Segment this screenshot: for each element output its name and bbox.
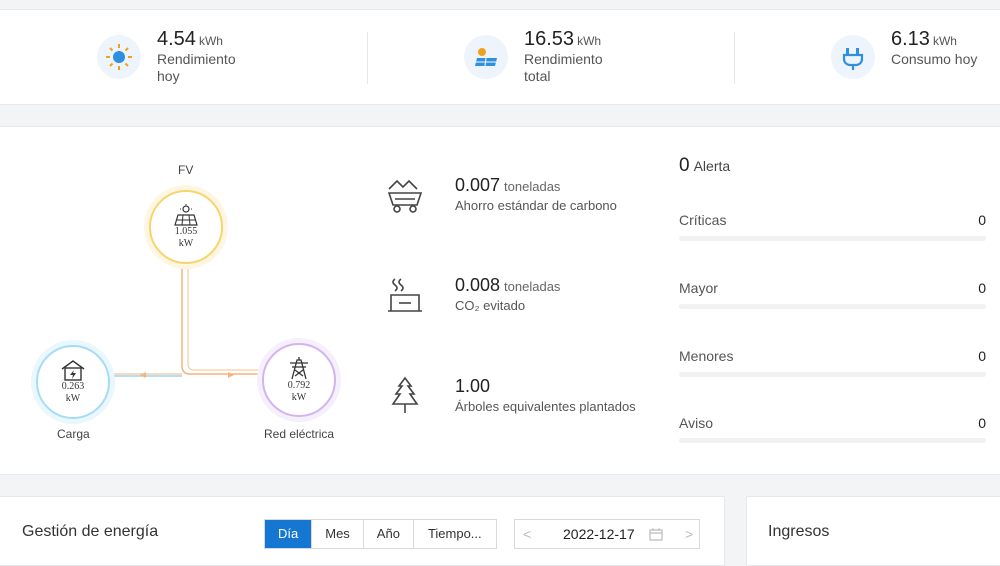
yield-total-value: 16.53 bbox=[524, 28, 575, 50]
period-tabs: Día Mes Año Tiempo... bbox=[264, 519, 497, 549]
prev-date-button[interactable]: < bbox=[523, 526, 531, 542]
alert-row-label: Críticas bbox=[679, 212, 727, 228]
pv-label: FV bbox=[178, 163, 194, 177]
house-icon bbox=[61, 360, 85, 381]
co2-avoided-value: 0.008 bbox=[455, 275, 501, 295]
consumption-today-stat: 6.13 kWh Consumo hoy bbox=[831, 28, 1000, 79]
coal-cart-icon bbox=[387, 179, 423, 213]
tab-year[interactable]: Año bbox=[363, 520, 414, 548]
pv-unit: kW bbox=[178, 238, 194, 249]
carbon-saving-row: 0.007 toneladas Ahorro estándar de carbon… bbox=[385, 175, 617, 215]
sun-icon bbox=[97, 35, 141, 79]
load-label: Carga bbox=[57, 427, 90, 441]
divider bbox=[734, 32, 735, 84]
yield-total-label: Rendimiento total bbox=[524, 51, 603, 84]
yield-today-stat: 4.54 kWh Rendimiento hoy bbox=[97, 28, 249, 85]
co2-avoided-row: 0.008 toneladas CO₂ evitado bbox=[385, 275, 560, 315]
consumption-today-label: Consumo hoy bbox=[891, 51, 978, 67]
load-value: 0.263 bbox=[61, 381, 85, 392]
summary-card: 4.54 kWh Rendimiento hoy 16.53 kWh Rendimi… bbox=[0, 9, 1000, 105]
yield-total-unit: kWh bbox=[577, 34, 602, 48]
alert-row-count: 0 bbox=[978, 415, 986, 431]
trees-planted-label: Árboles equivalentes plantados bbox=[455, 399, 636, 414]
plug-icon bbox=[831, 35, 875, 79]
load-unit: kW bbox=[65, 393, 81, 404]
alert-title: Alerta bbox=[693, 158, 731, 174]
alert-row-label: Aviso bbox=[679, 415, 713, 431]
carbon-saving-value: 0.007 bbox=[455, 175, 501, 195]
income-title: Ingresos bbox=[768, 523, 830, 540]
alert-summary[interactable]: 0 Alerta bbox=[679, 155, 730, 177]
alert-row-count: 0 bbox=[978, 348, 986, 364]
carbon-saving-label: Ahorro estándar de carbono bbox=[455, 198, 617, 213]
yield-today-value: 4.54 bbox=[157, 28, 196, 50]
grid-value: 0.792 bbox=[287, 380, 311, 391]
co2-avoided-unit: toneladas bbox=[504, 279, 561, 294]
grid-label: Red eléctrica bbox=[264, 427, 335, 441]
consumption-today-value: 6.13 bbox=[891, 28, 930, 50]
co2-avoided-label: CO₂ evitado bbox=[455, 298, 526, 313]
solar-panel-sun-icon bbox=[464, 35, 508, 79]
alert-row-label: Menores bbox=[679, 348, 734, 364]
divider bbox=[367, 32, 368, 84]
tree-icon bbox=[391, 376, 419, 413]
pv-value: 1.055 bbox=[174, 226, 198, 237]
grid-unit: kW bbox=[291, 392, 307, 403]
alert-bar bbox=[679, 372, 986, 377]
alert-row-count: 0 bbox=[978, 280, 986, 296]
tab-day[interactable]: Día bbox=[265, 520, 313, 548]
energy-management-title: Gestión de energía bbox=[22, 523, 159, 540]
alert-row-minor[interactable]: Menores 0 bbox=[679, 348, 986, 377]
alert-bar bbox=[679, 236, 986, 241]
solar-panel-icon bbox=[174, 204, 198, 226]
pv-node[interactable]: 1.055 kW bbox=[149, 190, 223, 264]
calendar-icon[interactable] bbox=[649, 528, 663, 544]
carbon-saving-unit: toneladas bbox=[504, 179, 561, 194]
yield-today-label: Rendimiento hoy bbox=[157, 51, 236, 84]
alert-row-major[interactable]: Mayor 0 bbox=[679, 280, 986, 309]
next-date-button[interactable]: > bbox=[685, 526, 693, 542]
power-tower-icon bbox=[290, 357, 308, 380]
alert-row-count: 0 bbox=[978, 212, 986, 228]
alert-row-critical[interactable]: Críticas 0 bbox=[679, 212, 986, 241]
date-value[interactable]: 2022-12-17 bbox=[563, 526, 635, 542]
factory-icon bbox=[388, 278, 422, 312]
load-node[interactable]: 0.263 kW bbox=[36, 345, 110, 419]
energy-flow-lines bbox=[110, 258, 262, 378]
alert-row-warning[interactable]: Aviso 0 bbox=[679, 415, 986, 443]
grid-node[interactable]: 0.792 kW bbox=[262, 343, 336, 417]
consumption-today-unit: kWh bbox=[932, 34, 957, 48]
trees-planted-row: 1.00 Árboles equivalentes plantados bbox=[385, 376, 636, 416]
alert-row-label: Mayor bbox=[679, 280, 718, 296]
alert-count: 0 bbox=[679, 155, 690, 176]
tab-month[interactable]: Mes bbox=[312, 520, 364, 548]
trees-planted-value: 1.00 bbox=[455, 376, 491, 396]
yield-today-unit: kWh bbox=[198, 34, 223, 48]
alert-bar bbox=[679, 438, 986, 443]
yield-total-stat: 16.53 kWh Rendimiento total bbox=[464, 28, 616, 85]
tab-lifetime[interactable]: Tiempo... bbox=[413, 520, 496, 548]
alert-bar bbox=[679, 304, 986, 309]
date-picker[interactable]: < 2022-12-17 > bbox=[514, 519, 700, 549]
